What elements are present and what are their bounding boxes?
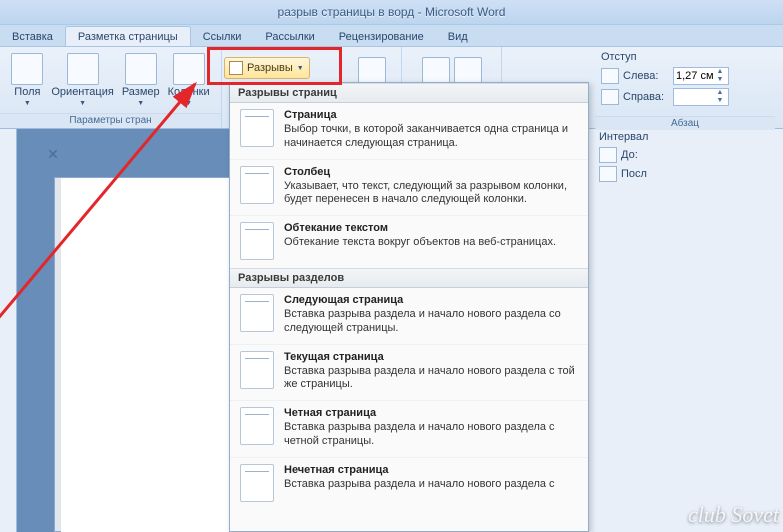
spacing-header: Интервал bbox=[599, 131, 659, 143]
dropdown-arrow-icon: ▼ bbox=[185, 100, 192, 107]
ribbon-tabs: Вставка Разметка страницы Ссылки Рассылк… bbox=[0, 25, 783, 47]
watermark: club Sovet bbox=[688, 502, 779, 528]
menu-item-even-page[interactable]: Четная страница Вставка разрыва раздела … bbox=[230, 400, 588, 457]
spacing-after-label: Посл bbox=[621, 168, 649, 180]
document-area: ✕ bbox=[0, 129, 230, 532]
columns-icon bbox=[173, 53, 205, 85]
next-page-icon bbox=[240, 294, 274, 332]
indent-right-icon bbox=[601, 89, 619, 105]
menu-item-desc: Обтекание текста вокруг объектов на веб-… bbox=[284, 236, 578, 250]
menu-item-desc: Вставка разрыва раздела и начало нового … bbox=[284, 365, 578, 393]
indent-right-label: Справа: bbox=[623, 91, 669, 103]
window-title: разрыв страницы в ворд - Microsoft Word bbox=[0, 0, 783, 25]
watermark-icon[interactable] bbox=[358, 57, 386, 85]
vertical-ruler bbox=[0, 129, 17, 532]
breaks-dropdown-menu: Разрывы страниц Страница Выбор точки, в … bbox=[229, 82, 589, 532]
breaks-label: Разрывы bbox=[247, 62, 293, 74]
breaks-icon bbox=[229, 61, 243, 75]
dropdown-arrow-icon: ▼ bbox=[137, 100, 144, 107]
menu-section-section-breaks: Разрывы разделов bbox=[230, 268, 588, 288]
menu-item-title: Нечетная страница bbox=[284, 464, 578, 476]
indent-right-input[interactable]: ▲▼ bbox=[673, 88, 729, 106]
page-surface[interactable] bbox=[61, 177, 229, 532]
indent-left-value: 1,27 см bbox=[676, 70, 714, 82]
menu-item-continuous[interactable]: Текущая страница Вставка разрыва раздела… bbox=[230, 344, 588, 401]
paragraph-group-label: Абзац bbox=[595, 116, 775, 130]
spin-down-icon[interactable]: ▼ bbox=[714, 76, 726, 84]
menu-item-title: Следующая страница bbox=[284, 294, 578, 306]
orientation-label: Ориентация bbox=[51, 87, 113, 98]
menu-item-title: Четная страница bbox=[284, 407, 578, 419]
menu-item-desc: Вставка разрыва раздела и начало нового … bbox=[284, 421, 578, 449]
orientation-icon bbox=[67, 53, 99, 85]
page-color-icon[interactable] bbox=[422, 57, 450, 85]
menu-item-title: Страница bbox=[284, 109, 578, 121]
paragraph-group-area: Отступ Слева: 1,27 см ▲▼ Справа: ▲▼ Абза… bbox=[589, 47, 783, 129]
menu-section-page-breaks: Разрывы страниц bbox=[230, 83, 588, 103]
breaks-button[interactable]: Разрывы ▼ bbox=[224, 57, 310, 79]
size-label: Размер bbox=[122, 87, 160, 98]
tab-page-layout[interactable]: Разметка страницы bbox=[65, 26, 191, 46]
menu-item-text-wrapping[interactable]: Обтекание текстом Обтекание текста вокру… bbox=[230, 215, 588, 268]
tab-review[interactable]: Рецензирование bbox=[327, 27, 436, 46]
menu-item-desc: Выбор точки, в которой заканчивается одн… bbox=[284, 123, 578, 151]
indent-left-label: Слева: bbox=[623, 70, 669, 82]
column-break-icon bbox=[240, 166, 274, 204]
menu-item-page-break[interactable]: Страница Выбор точки, в которой заканчив… bbox=[230, 103, 588, 159]
size-icon bbox=[125, 53, 157, 85]
tab-mailings[interactable]: Рассылки bbox=[253, 27, 326, 46]
menu-item-desc: Вставка разрыва раздела и начало нового … bbox=[284, 308, 578, 336]
even-page-icon bbox=[240, 407, 274, 445]
size-button[interactable]: Размер ▼ bbox=[119, 51, 163, 109]
dropdown-arrow-icon: ▼ bbox=[297, 65, 304, 72]
indent-left-input[interactable]: 1,27 см ▲▼ bbox=[673, 67, 729, 85]
text-wrapping-icon bbox=[240, 222, 274, 260]
dropdown-arrow-icon: ▼ bbox=[24, 100, 31, 107]
spacing-after-icon bbox=[599, 166, 617, 182]
menu-item-desc: Вставка разрыва раздела и начало нового … bbox=[284, 478, 578, 492]
menu-item-next-page[interactable]: Следующая страница Вставка разрыва разде… bbox=[230, 288, 588, 344]
menu-item-title: Текущая страница bbox=[284, 351, 578, 363]
menu-item-desc: Указывает, что текст, следующий за разры… bbox=[284, 180, 578, 208]
odd-page-icon bbox=[240, 464, 274, 502]
continuous-icon bbox=[240, 351, 274, 389]
spacing-before-label: До: bbox=[621, 149, 645, 161]
indent-header: Отступ bbox=[601, 51, 729, 63]
close-pane-icon[interactable]: ✕ bbox=[46, 147, 60, 161]
margins-label: Поля bbox=[14, 87, 40, 98]
tab-view[interactable]: Вид bbox=[436, 27, 480, 46]
menu-item-title: Обтекание текстом bbox=[284, 222, 578, 234]
menu-item-title: Столбец bbox=[284, 166, 578, 178]
orientation-button[interactable]: Ориентация ▼ bbox=[48, 51, 116, 109]
page-borders-icon[interactable] bbox=[454, 57, 482, 85]
menu-item-odd-page[interactable]: Нечетная страница Вставка разрыва раздел… bbox=[230, 457, 588, 510]
tab-references[interactable]: Ссылки bbox=[191, 27, 254, 46]
dropdown-arrow-icon: ▼ bbox=[79, 100, 86, 107]
margins-button[interactable]: Поля ▼ bbox=[8, 51, 46, 109]
indent-left-icon bbox=[601, 68, 619, 84]
spin-up-icon[interactable]: ▲ bbox=[714, 68, 726, 76]
columns-button[interactable]: Колонки ▼ bbox=[165, 51, 213, 109]
page-setup-group-label: Параметры стран bbox=[0, 113, 221, 127]
columns-label: Колонки bbox=[168, 87, 210, 98]
page-break-icon bbox=[240, 109, 274, 147]
menu-item-column-break[interactable]: Столбец Указывает, что текст, следующий … bbox=[230, 159, 588, 216]
spacing-before-icon bbox=[599, 147, 617, 163]
margins-icon bbox=[11, 53, 43, 85]
tab-insert[interactable]: Вставка bbox=[0, 27, 65, 46]
